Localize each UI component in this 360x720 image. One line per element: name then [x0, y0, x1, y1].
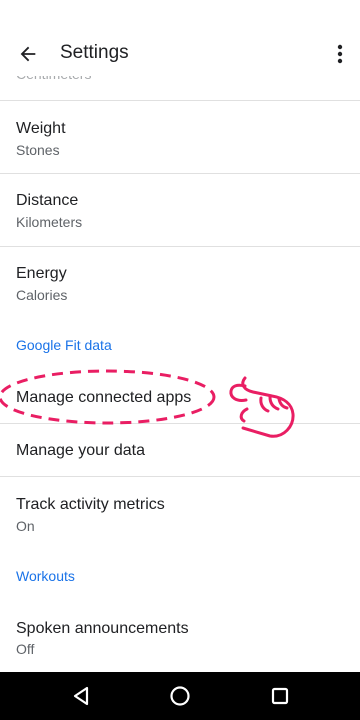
- nav-recents-icon[interactable]: [268, 684, 292, 708]
- setting-weight[interactable]: Weight Stones: [0, 101, 360, 173]
- arrow-back-icon[interactable]: [14, 40, 42, 68]
- setting-spoken-announcements[interactable]: Spoken announcements Off: [0, 600, 360, 672]
- setting-energy[interactable]: Energy Calories: [0, 247, 360, 319]
- setting-title: Track activity metrics: [16, 496, 165, 513]
- setting-value: Kilometers: [16, 214, 83, 230]
- setting-title: Distance: [16, 192, 79, 209]
- app-bar: Settings: [0, 0, 360, 76]
- setting-track-activity-metrics[interactable]: Track activity metrics On: [0, 477, 360, 549]
- more-vert-icon[interactable]: [330, 40, 350, 68]
- setting-title: Weight: [16, 120, 66, 137]
- setting-title: Manage your data: [16, 442, 145, 459]
- section-header-google-fit-data: Google Fit data: [16, 337, 112, 353]
- setting-value: On: [16, 518, 35, 534]
- page-title: Settings: [60, 42, 129, 63]
- setting-value: Stones: [16, 142, 60, 158]
- nav-back-icon[interactable]: [69, 684, 93, 708]
- setting-title: Energy: [16, 265, 67, 282]
- manage-connected-apps-item[interactable]: Manage connected apps: [0, 370, 360, 422]
- setting-value: Calories: [16, 287, 68, 303]
- manage-your-data-item[interactable]: Manage your data: [0, 424, 360, 476]
- system-navigation-bar: [0, 672, 360, 720]
- setting-title: Manage connected apps: [16, 389, 192, 406]
- nav-home-icon[interactable]: [168, 684, 192, 708]
- setting-title: Spoken announcements: [16, 620, 189, 637]
- setting-distance[interactable]: Distance Kilometers: [0, 174, 360, 246]
- section-header-workouts: Workouts: [16, 568, 75, 584]
- setting-value: Off: [16, 641, 35, 657]
